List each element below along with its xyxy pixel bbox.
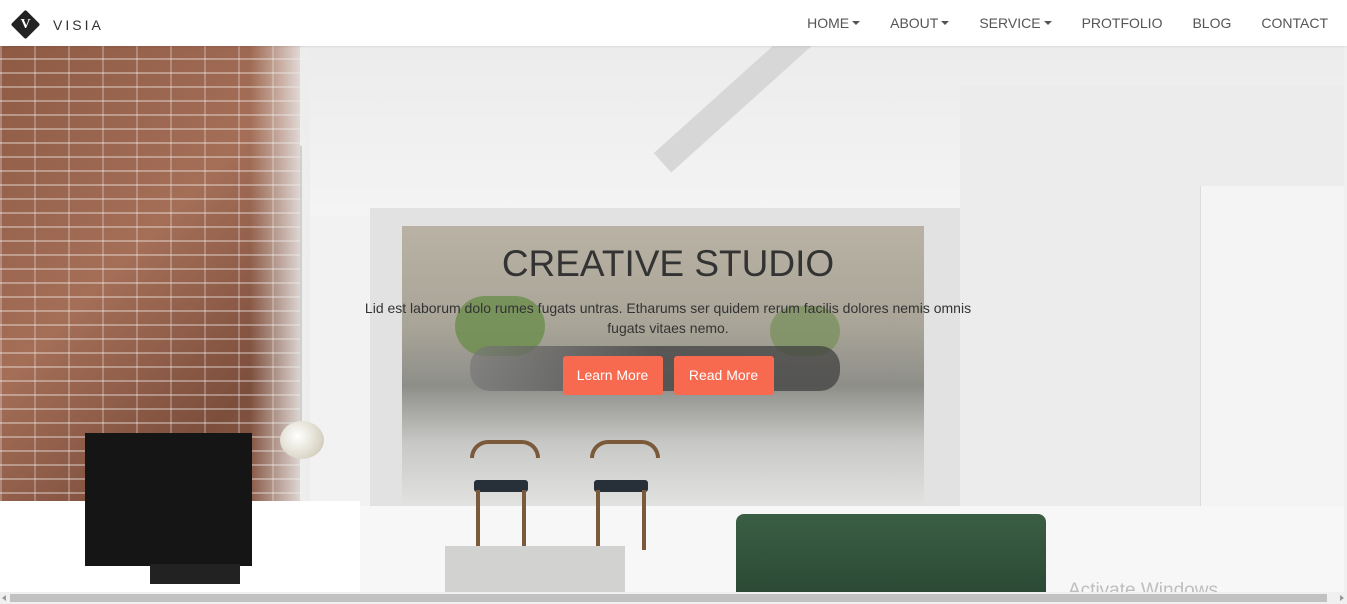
hero-chair — [470, 440, 540, 550]
hero-title: CREATIVE STUDIO — [501, 243, 835, 284]
read-more-button[interactable]: Read More — [673, 356, 774, 395]
nav-portfolio[interactable]: PROTFOLIO — [1082, 15, 1163, 31]
nav-blog-label: BLOG — [1192, 15, 1232, 31]
nav-contact[interactable]: CONTACT — [1261, 15, 1328, 31]
hero-tv-base — [150, 564, 240, 584]
hero-lamp — [280, 421, 324, 459]
nav-portfolio-label: PROTFOLIO — [1081, 15, 1163, 31]
navbar: V VISIA HOME ABOUT SERVICE PROTFOLIO BLO… — [0, 0, 1347, 46]
scrollbar-thumb[interactable] — [10, 594, 1327, 602]
scroll-right-arrow-icon[interactable] — [1340, 595, 1344, 601]
nav-about[interactable]: ABOUT — [890, 15, 950, 31]
hero-chair — [590, 440, 660, 550]
brand-name: VISIA — [53, 16, 104, 33]
nav-about-label: ABOUT — [890, 15, 939, 31]
hero-coffee-table — [445, 546, 625, 592]
learn-more-button[interactable]: Learn More — [562, 356, 663, 395]
hero-banner: CREATIVE STUDIO Lid est laborum dolo rum… — [0, 46, 1344, 592]
brand-logo[interactable]: V VISIA — [10, 9, 104, 40]
scroll-left-arrow-icon[interactable] — [2, 595, 6, 601]
hero-buttons: Learn More Read More — [360, 356, 976, 395]
nav-contact-label: CONTACT — [1261, 15, 1328, 31]
main-nav: HOME ABOUT SERVICE PROTFOLIO BLOG CONTAC… — [777, 0, 1328, 46]
hero-subtitle: Lid est laborum dolo rumes fugats untras… — [364, 300, 972, 336]
nav-blog[interactable]: BLOG — [1192, 15, 1231, 31]
nav-service-label: SERVICE — [979, 15, 1041, 31]
nav-service[interactable]: SERVICE — [979, 15, 1052, 31]
logo-letter: V — [20, 17, 31, 32]
caret-down-icon — [852, 21, 861, 25]
hero-content: CREATIVE STUDIO Lid est laborum dolo rum… — [360, 242, 976, 395]
nav-home-label: HOME — [807, 15, 850, 31]
caret-down-icon — [941, 21, 950, 25]
nav-home[interactable]: HOME — [807, 15, 861, 31]
horizontal-scrollbar[interactable] — [0, 592, 1347, 604]
logo-diamond-icon: V — [10, 9, 41, 40]
hero-tv — [85, 433, 252, 566]
hero-lamp-cord — [300, 146, 302, 424]
hero-sofa — [736, 514, 1046, 592]
caret-down-icon — [1043, 21, 1052, 25]
